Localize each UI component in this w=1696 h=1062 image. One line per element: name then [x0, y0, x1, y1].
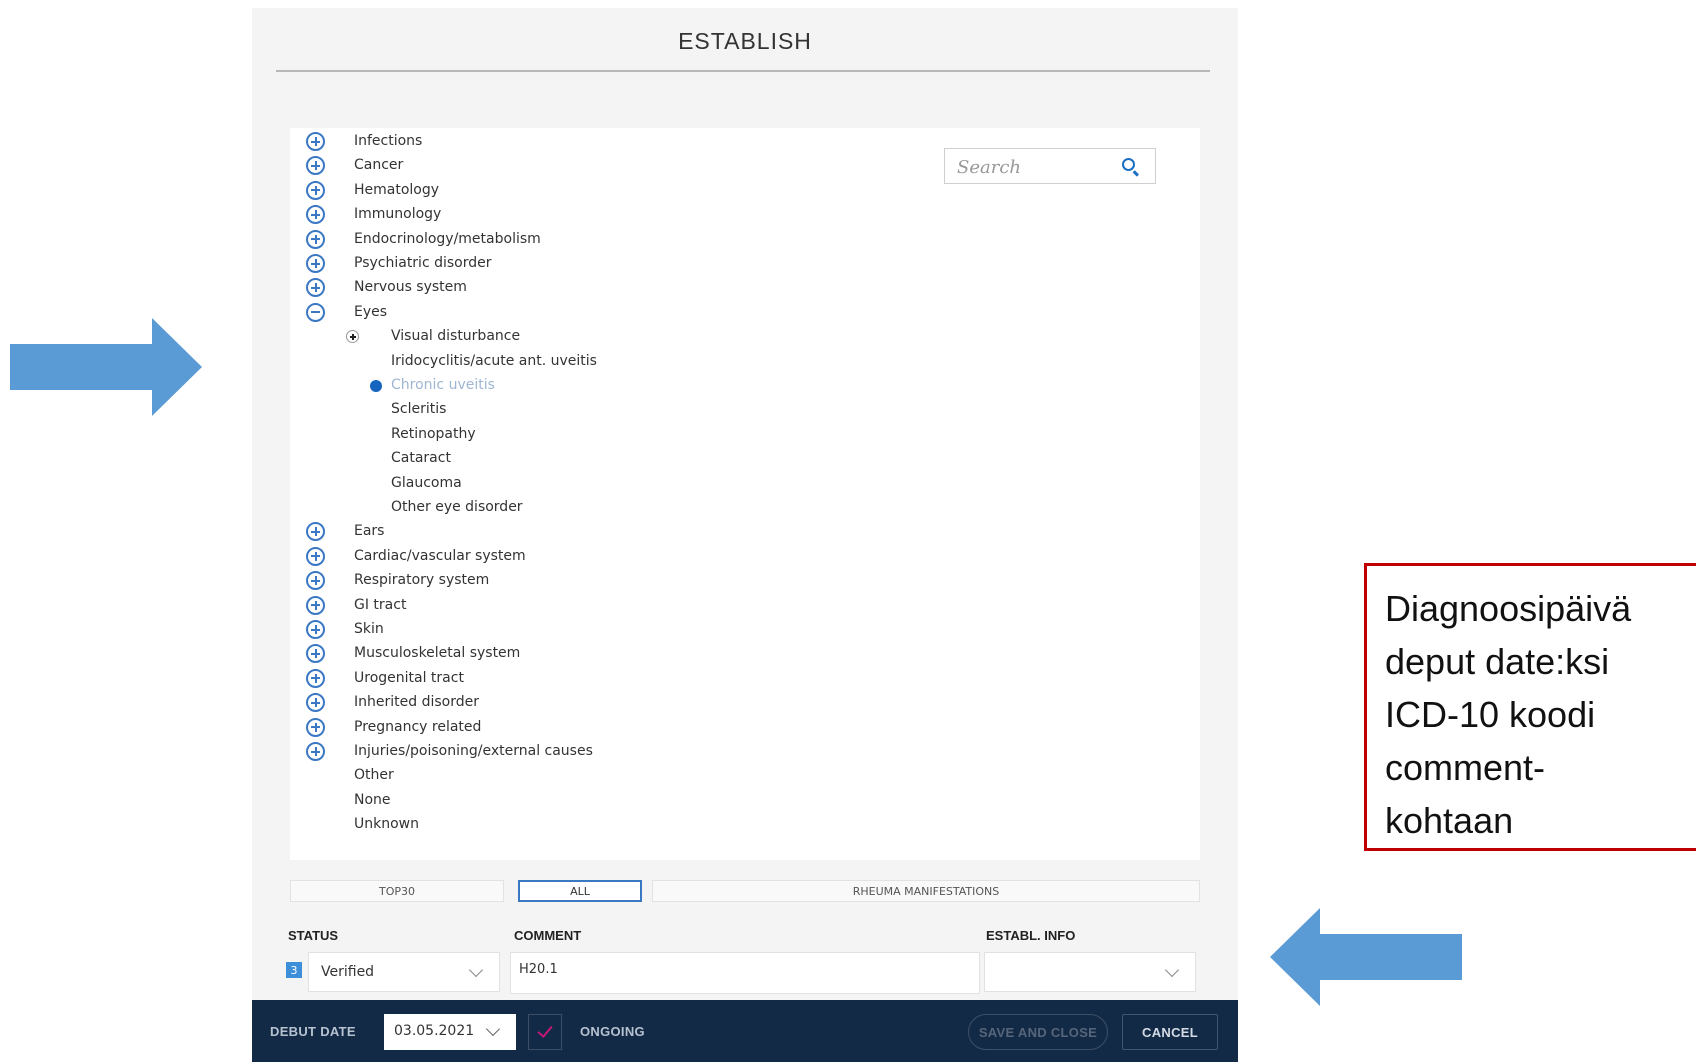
comment-input[interactable]	[517, 957, 961, 981]
tree-item-label: Psychiatric disorder	[354, 255, 492, 271]
tree-item-label: Chronic uveitis	[391, 377, 495, 393]
expand-plus-icon[interactable]	[306, 278, 325, 298]
tree-item-label: GI tract	[354, 596, 407, 613]
callout-line: comment-	[1385, 747, 1546, 788]
establ-info-label: ESTABL. INFO	[986, 928, 1076, 943]
tree-item-label: Cardiac/vascular system	[354, 547, 526, 564]
tree-item-label: Other eye disorder	[391, 499, 523, 515]
expand-plus-icon[interactable]	[306, 132, 325, 151]
annotation-callout: Diagnoosipäivä deput date:ksi ICD-10 koo…	[1364, 563, 1696, 851]
comment-label: COMMENT	[514, 928, 582, 943]
tree-item-label: Inherited disorder	[354, 694, 479, 711]
expand-plus-icon[interactable]	[306, 229, 325, 249]
status-level-icon: 3	[286, 962, 302, 978]
tree-item-label: Injuries/poisoning/external causes	[354, 743, 593, 759]
status-value: Verified	[321, 964, 375, 980]
establ-info-select[interactable]	[984, 952, 1196, 992]
expand-plus-icon[interactable]	[306, 620, 325, 639]
tree-item-label: Nervous system	[354, 279, 467, 296]
expand-small-plus-icon[interactable]	[346, 330, 359, 344]
chevron-down-icon	[468, 962, 484, 978]
ongoing-checkbox[interactable]	[528, 1014, 562, 1050]
status-select[interactable]: Verified	[308, 952, 500, 992]
search-icon[interactable]	[1122, 158, 1135, 171]
expand-plus-icon[interactable]	[306, 571, 325, 591]
tree-item-label: Retinopathy	[391, 425, 476, 442]
dialog-title: ESTABLISH	[678, 28, 812, 54]
expand-plus-icon[interactable]	[306, 205, 325, 225]
title-divider	[276, 70, 1210, 72]
tree-item-label: Iridocyclitis/acute ant. uveitis	[391, 352, 597, 369]
expand-plus-icon[interactable]	[306, 522, 325, 542]
cancel-button[interactable]: CANCEL	[1122, 1014, 1218, 1050]
expand-plus-icon[interactable]	[306, 717, 325, 737]
expand-plus-icon[interactable]	[306, 668, 325, 688]
debut-date-picker[interactable]: 03.05.2021	[384, 1014, 516, 1050]
debut-date-label: DEBUT DATE	[270, 1024, 356, 1039]
tree-item-label: Eyes	[354, 303, 388, 320]
callout-line: ICD-10 koodi	[1385, 694, 1596, 735]
expand-plus-icon[interactable]	[306, 156, 325, 176]
callout-line: Diagnoosipäivä	[1385, 588, 1632, 629]
establish-dialog: ESTABLISH Infections Cancer Hematology Immu…	[252, 8, 1238, 1062]
dialog-footer: DEBUT DATE 03.05.2021 ONGOING SAVE AND C…	[252, 1000, 1238, 1062]
chevron-down-icon	[1164, 962, 1180, 978]
chevron-down-icon	[485, 1021, 501, 1037]
tree-item-label: Pregnancy related	[354, 718, 482, 735]
ongoing-label: ONGOING	[580, 1024, 645, 1039]
search-field[interactable]	[944, 148, 1156, 184]
callout-line: deput date:ksi	[1385, 641, 1610, 682]
tree-item-label: Respiratory system	[354, 572, 490, 589]
tree-item-label: Skin	[354, 621, 384, 637]
expand-plus-icon[interactable]	[306, 546, 325, 566]
tree-item-label: Other	[354, 767, 394, 784]
tree-item-label: Glaucoma	[391, 474, 462, 491]
tree-item-label: Visual disturbance	[391, 328, 521, 345]
tree-item-label: Musculoskeletal system	[354, 645, 521, 662]
arrow-right-icon	[10, 318, 202, 416]
tree-item-label: Ears	[354, 523, 385, 540]
selected-dot-icon[interactable]	[370, 380, 382, 392]
tree-item-label: None	[354, 791, 391, 808]
status-label: STATUS	[288, 928, 339, 943]
tab-rheuma-manifestations[interactable]: RHEUMA MANIFESTATIONS	[652, 880, 1200, 902]
expand-plus-icon[interactable]	[306, 693, 325, 713]
expand-plus-icon[interactable]	[306, 180, 325, 200]
tab-top30[interactable]: TOP30	[290, 880, 504, 902]
tab-all[interactable]: ALL	[518, 880, 642, 902]
collapse-minus-icon[interactable]	[306, 302, 325, 322]
search-input[interactable]	[955, 153, 1119, 181]
comment-field[interactable]	[510, 952, 980, 994]
expand-plus-icon[interactable]	[306, 595, 325, 615]
diagnosis-tree-panel: Infections Cancer Hematology Immunology Endo…	[290, 128, 1200, 860]
callout-line: kohtaan	[1385, 800, 1514, 841]
tree-item-label: Unknown	[354, 816, 419, 833]
tree-item-label: Cancer	[354, 157, 404, 174]
tree-item-label: Cataract	[391, 450, 451, 467]
tree-item-label: Endocrinology/metabolism	[354, 230, 541, 247]
debut-date-value: 03.05.2021	[394, 1023, 475, 1039]
expand-plus-icon[interactable]	[306, 254, 325, 273]
tree-item-label: Hematology	[354, 181, 440, 198]
tree-item-label: Scleritis	[391, 401, 447, 418]
checkmark-icon	[537, 1022, 553, 1038]
expand-plus-icon[interactable]	[306, 644, 325, 664]
expand-plus-icon[interactable]	[306, 742, 325, 761]
tree-item-label: Infections	[354, 133, 423, 149]
save-and-close-button[interactable]: SAVE AND CLOSE	[968, 1014, 1108, 1050]
tree-item-label: Urogenital tract	[354, 669, 464, 686]
tree-item-label: Immunology	[354, 206, 442, 223]
arrow-left-icon	[1270, 908, 1462, 1006]
